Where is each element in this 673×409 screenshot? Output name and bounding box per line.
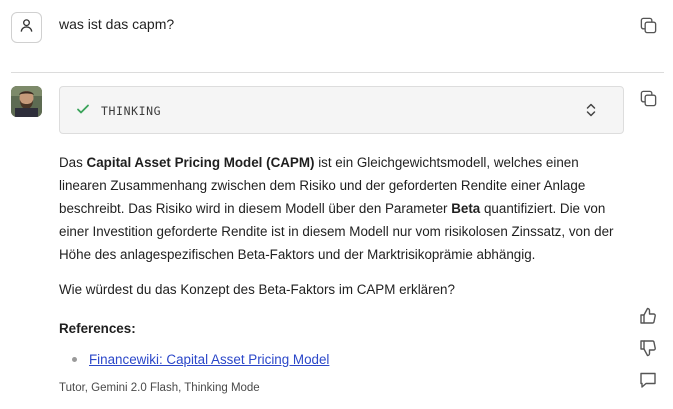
thumbs-up-icon — [638, 306, 658, 331]
copy-icon — [639, 16, 658, 40]
reference-link[interactable]: Financewiki: Capital Asset Pricing Model — [89, 352, 329, 367]
user-icon — [19, 18, 34, 38]
thinking-panel[interactable]: THINKING — [59, 86, 624, 134]
thumbs-down-icon — [638, 338, 658, 363]
answer-paragraph: Das Capital Asset Pricing Model (CAPM) i… — [59, 151, 619, 266]
user-message-row: was ist das capm? — [0, 0, 673, 72]
assistant-avatar — [11, 86, 42, 117]
references-heading: References: — [59, 321, 136, 336]
model-meta: Tutor, Gemini 2.0 Flash, Thinking Mode — [59, 382, 260, 394]
comment-icon — [638, 370, 658, 395]
follow-up-question: Wie würdest du das Konzept des Beta-Fakt… — [59, 282, 455, 297]
copy-answer-button[interactable] — [637, 90, 659, 112]
comment-button[interactable] — [637, 371, 659, 393]
bullet — [72, 356, 77, 362]
copy-icon — [639, 89, 658, 113]
user-avatar — [11, 12, 42, 43]
chevron-up-down-icon[interactable] — [582, 101, 600, 124]
message-divider — [11, 72, 664, 73]
thinking-label: THINKING — [101, 104, 162, 118]
thumbs-down-button[interactable] — [637, 339, 659, 361]
answer-text: Das — [59, 155, 87, 170]
thumbs-up-button[interactable] — [637, 307, 659, 329]
check-icon — [76, 102, 90, 121]
list-item: Financewiki: Capital Asset Pricing Model — [72, 352, 329, 367]
copy-user-message-button[interactable] — [637, 17, 659, 39]
references-list: Financewiki: Capital Asset Pricing Model — [72, 352, 329, 367]
answer-bold-term: Capital Asset Pricing Model (CAPM) — [86, 155, 315, 170]
user-message-text: was ist das capm? — [59, 16, 175, 32]
answer-bold-term: Beta — [451, 201, 481, 216]
